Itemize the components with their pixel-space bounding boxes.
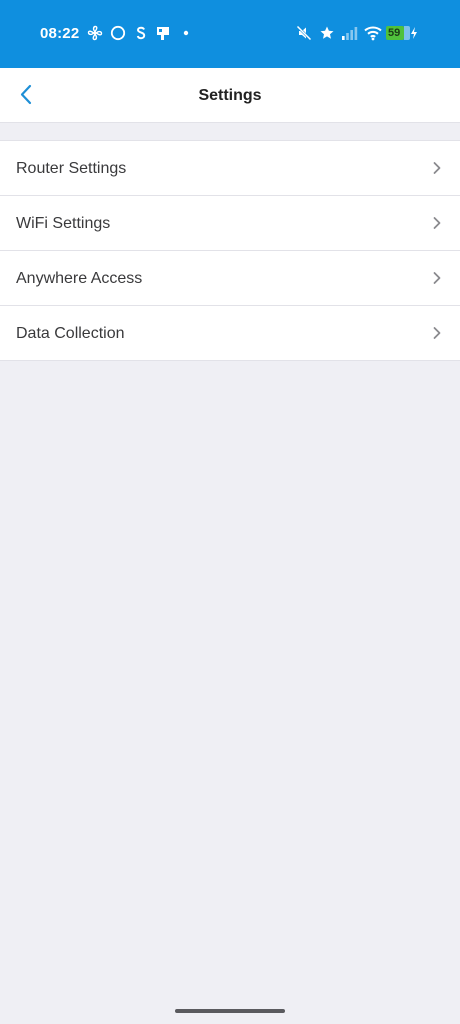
mute-icon	[296, 25, 312, 41]
settings-item-router-settings[interactable]: Router Settings	[0, 141, 460, 196]
notification-icon	[157, 27, 169, 40]
list-item-label: Anywhere Access	[16, 270, 143, 287]
circle-icon	[110, 25, 126, 41]
chevron-right-icon	[433, 327, 441, 339]
page-title: Settings	[198, 87, 262, 104]
battery-level: 59	[388, 27, 401, 39]
home-indicator[interactable]	[175, 1009, 285, 1013]
list-item-label: Data Collection	[16, 325, 125, 342]
navigation-bar: Settings	[0, 68, 460, 123]
charging-icon	[411, 27, 417, 39]
list-item-label: Router Settings	[16, 160, 127, 177]
star-icon	[320, 26, 334, 39]
chevron-right-icon	[433, 272, 441, 284]
settings-list: Router Settings WiFi Settings Anywhere A…	[0, 140, 460, 361]
wifi-icon	[364, 26, 382, 41]
settings-item-wifi-settings[interactable]: WiFi Settings	[0, 196, 460, 251]
status-bar: 08:22 59	[0, 0, 460, 68]
settings-item-anywhere-access[interactable]: Anywhere Access	[0, 251, 460, 306]
signal-icon	[342, 27, 358, 40]
fan-icon	[87, 25, 103, 41]
s-icon	[136, 26, 146, 40]
dot-icon	[183, 30, 189, 36]
status-right-icons: 59	[296, 25, 420, 43]
status-time: 08:22	[40, 25, 80, 42]
list-item-label: WiFi Settings	[16, 215, 111, 232]
settings-item-data-collection[interactable]: Data Collection	[0, 306, 460, 361]
chevron-right-icon	[433, 162, 441, 174]
chevron-right-icon	[433, 217, 441, 229]
